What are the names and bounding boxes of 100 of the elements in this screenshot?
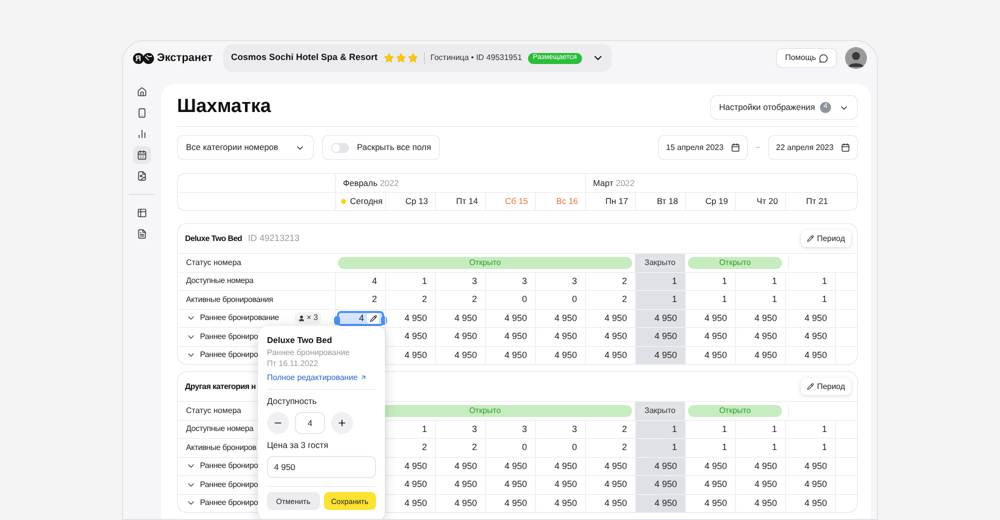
increment-button[interactable] [331,412,353,434]
price-cell[interactable]: 4 950 [486,476,535,494]
price-cell[interactable]: 4 950 [586,310,635,327]
logo-text: Экстранет [157,50,213,66]
row-label: Доступные номера [186,423,254,436]
period-button[interactable]: Период [800,378,851,395]
help-button[interactable]: Помощь [776,48,837,68]
month-label: Март 2022 [593,176,635,190]
price-cell[interactable]: 4 950 [636,476,685,494]
field-label: Цена за 3 гостя [267,440,330,451]
price-cell[interactable]: 4 950 [686,458,735,475]
price-cell[interactable]: 4 950 [436,346,485,364]
price-cell[interactable]: 4 950 [536,494,585,512]
price-cell[interactable]: 4 950 [486,346,535,364]
price-cell[interactable]: 4 950 [736,494,785,512]
price-cell[interactable]: 4 950 [636,494,685,512]
price-cell[interactable]: 4 950 [686,346,735,364]
plus-icon [337,418,347,428]
price-cell[interactable]: 4 950 [536,476,585,494]
price-cell[interactable]: 4 950 [486,310,535,327]
price-cell[interactable]: 4 950 [586,458,635,475]
price-cell[interactable]: 4 950 [636,346,685,364]
period-button[interactable]: Период [800,230,851,247]
row-label: Раннее бронирование [200,312,279,324]
avatar[interactable] [845,47,867,69]
price-cell[interactable]: 4 950 [736,458,785,475]
price-cell[interactable]: 4 950 [386,494,435,512]
price-cell[interactable]: 4 950 [586,328,635,346]
price-cell[interactable]: 4 950 [636,328,685,346]
price-cell[interactable]: 4 950 [386,328,435,346]
price-cell[interactable]: 4 950 [786,310,835,327]
price-cell[interactable]: 4 950 [786,346,835,364]
toggle-switch[interactable] [331,142,349,152]
price-cell[interactable]: 4 950 [536,458,585,475]
price-cell[interactable]: 4 950 [586,476,635,494]
price-cell[interactable]: 4 950 [686,328,735,346]
price-cell[interactable]: 4 950 [386,458,435,475]
price-cell[interactable]: 4 950 [436,494,485,512]
day-label: Ср 13 [405,195,428,208]
table-cell-text: 1 [720,422,728,436]
price-cell[interactable]: 4 950 [536,310,585,327]
price-cell[interactable]: 4 950 [786,494,835,512]
price-cell[interactable]: 4 950 [636,458,685,475]
price-cell[interactable]: 4 950 [386,346,435,364]
table-cell-text: 1 [720,293,728,306]
price-cell[interactable]: 4 950 [736,328,785,346]
price-cell[interactable]: 4 950 [686,494,735,512]
page-title: Шахматка [177,95,271,120]
row-label: Активные брониров [186,442,256,454]
price-cell[interactable]: 4 950 [786,328,835,346]
calendar-icon[interactable] [133,146,151,164]
price-cell[interactable]: 4 950 [436,458,485,475]
table-cell-text: 3 [470,422,478,436]
table-cell-text: 1 [820,293,828,306]
price-cell[interactable]: 4 950 [736,310,785,327]
price-cell[interactable]: 4 950 [436,328,485,346]
price-cell[interactable]: 4 950 [686,310,735,327]
table-cell-text: 2 [470,293,478,306]
table-cell-text: 2 [370,293,378,306]
date-field[interactable]: 15 апреля 2023 [658,135,748,160]
day-label: Пт 14 [456,195,478,208]
row-label: Активные бронирования [186,294,274,306]
date-field[interactable]: 22 апреля 2023 [768,135,858,160]
price-cell[interactable]: 4 950 [686,476,735,494]
price-cell[interactable]: 4 950 [536,328,585,346]
table-cell-text: 1 [720,274,728,288]
selected-cell[interactable]: 4 [337,310,384,326]
price-cell[interactable]: 4 950 [486,494,535,512]
price-field[interactable]: 4 950 [267,456,376,478]
availability-field[interactable]: 4 [295,412,325,434]
full-edit-link[interactable]: Полное редактирование [267,372,376,383]
price-cell[interactable]: 4 950 [736,346,785,364]
price-cell[interactable]: 4 950 [786,458,835,475]
expand-toggle[interactable]: Раскрыть все поля [322,135,440,160]
price-cell[interactable]: 4 950 [386,310,435,327]
price-cell[interactable]: 4 950 [486,328,535,346]
table-cell-text: 2 [620,293,628,306]
price-cell[interactable]: 4 950 [736,476,785,494]
price-cell[interactable]: 4 950 [586,346,635,364]
price-cell[interactable]: 4 950 [636,310,685,327]
category-select[interactable]: Все категории номеров [177,135,314,160]
row-label: Доступные номера [186,275,254,288]
edit-button[interactable] [367,312,379,324]
table-cell: 1 [636,420,685,438]
price-cell[interactable]: 4 950 [586,494,635,512]
price-cell[interactable]: 4 950 [436,476,485,494]
price-cell[interactable]: 4 950 [436,310,485,327]
price-cell[interactable]: 4 950 [386,476,435,494]
table-cell-text: 3 [570,422,578,436]
row-label: Раннее брониро [200,478,258,491]
price-cell[interactable]: 4 950 [486,458,535,475]
table-cell-text: 1 [820,274,828,288]
table-cell-text: 1 [420,274,428,288]
price-cell[interactable]: 4 950 [786,476,835,494]
table-cell-text: 1 [770,274,778,288]
table-cell-text: 2 [470,441,478,454]
table-cell-text: 1 [720,441,728,454]
pencil-icon [806,235,814,242]
resize-handle[interactable] [334,316,340,324]
price-cell[interactable]: 4 950 [536,346,585,364]
